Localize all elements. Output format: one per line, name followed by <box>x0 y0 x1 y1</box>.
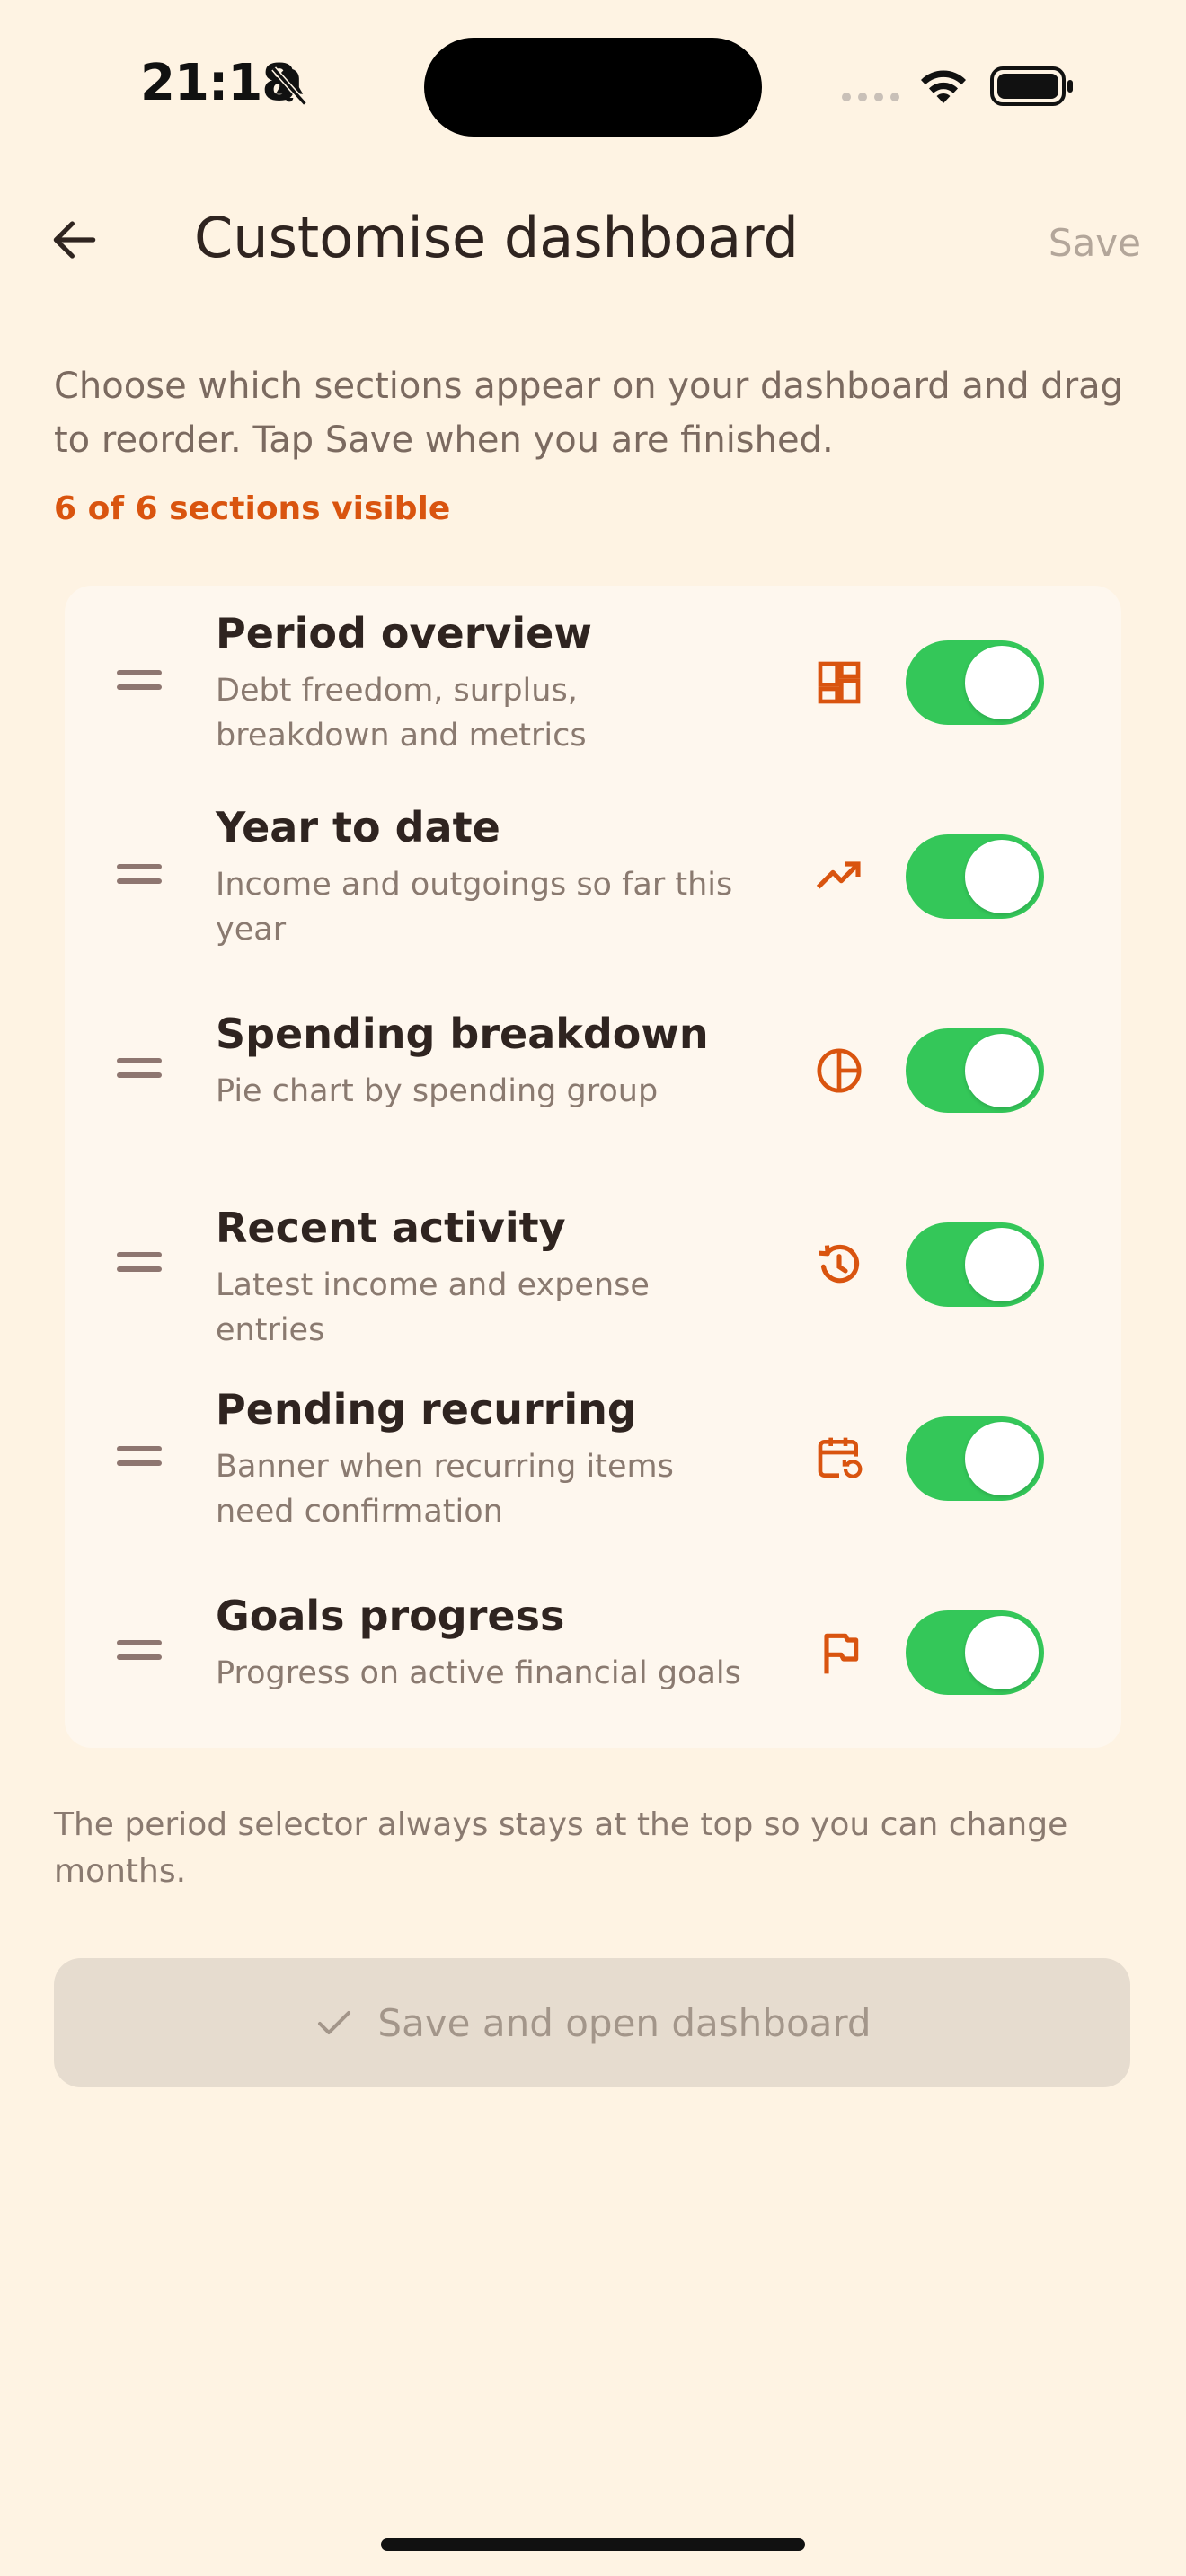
pie-chart-icon <box>817 1048 862 1093</box>
button-label: Save and open dashboard <box>377 2000 872 2045</box>
section-title: Goals progress <box>216 1592 565 1640</box>
drag-handle-icon[interactable] <box>117 864 162 891</box>
section-toggle[interactable] <box>906 1222 1044 1307</box>
section-title: Spending breakdown <box>216 1010 709 1058</box>
drag-handle-icon[interactable] <box>117 1640 162 1667</box>
section-toggle[interactable] <box>906 640 1044 725</box>
dashboard-grid-icon <box>818 661 861 704</box>
section-toggle[interactable] <box>906 834 1044 919</box>
page-description: Choose which sections appear on your das… <box>54 366 1124 461</box>
list-item: Goals progress Progress on active financ… <box>65 1556 1121 1750</box>
history-icon <box>819 1244 860 1284</box>
section-subtitle: Progress on active financial goals <box>216 1655 741 1691</box>
sections-card: Period overview Debt freedom, surplus, b… <box>65 586 1121 1748</box>
arrow-left-icon[interactable] <box>47 212 102 268</box>
drag-handle-icon[interactable] <box>117 670 162 697</box>
section-subtitle: Latest income and expense entries <box>216 1267 650 1348</box>
wifi-icon <box>921 70 966 103</box>
bell-slash-icon <box>271 66 307 106</box>
dynamic-island <box>424 38 762 137</box>
drag-handle-icon[interactable] <box>117 1252 162 1279</box>
save-and-open-dashboard-button[interactable]: Save and open dashboard <box>54 1958 1130 2087</box>
section-subtitle: Income and outgoings so far this year <box>216 867 733 948</box>
section-toggle[interactable] <box>906 1416 1044 1501</box>
section-title: Period overview <box>216 609 592 657</box>
list-item: Pending recurring Banner when recurring … <box>65 1362 1121 1556</box>
check-icon <box>318 2011 351 2034</box>
footnote: The period selector always stays at the … <box>54 1806 1068 1890</box>
section-subtitle: Banner when recurring items need confirm… <box>216 1449 674 1530</box>
list-item: Period overview Debt freedom, surplus, b… <box>65 586 1121 780</box>
list-item: Spending breakdown Pie chart by spending… <box>65 974 1121 1168</box>
section-toggle[interactable] <box>906 1028 1044 1113</box>
section-subtitle: Debt freedom, surplus, breakdown and met… <box>216 673 587 754</box>
section-subtitle: Pie chart by spending group <box>216 1073 659 1109</box>
drag-handle-icon[interactable] <box>117 1446 162 1473</box>
save-button[interactable]: Save <box>1049 221 1141 265</box>
list-item: Recent activity Latest income and expens… <box>65 1168 1121 1362</box>
trending-up-icon <box>816 861 861 889</box>
visible-sections-count: 6 of 6 sections visible <box>54 490 451 527</box>
page-title: Customise dashboard <box>194 205 799 270</box>
flag-icon <box>824 1633 859 1674</box>
drag-handle-icon[interactable] <box>117 1058 162 1085</box>
section-title: Year to date <box>216 803 500 851</box>
status-bar: 21:18 <box>0 0 1186 180</box>
battery-icon <box>990 66 1073 106</box>
section-toggle[interactable] <box>906 1610 1044 1695</box>
section-title: Pending recurring <box>216 1385 637 1434</box>
calendar-repeat-icon <box>818 1437 863 1478</box>
home-indicator[interactable] <box>381 2538 805 2551</box>
list-item: Year to date Income and outgoings so far… <box>65 780 1121 974</box>
section-title: Recent activity <box>216 1204 566 1252</box>
cellular-signal-icon <box>842 93 899 101</box>
